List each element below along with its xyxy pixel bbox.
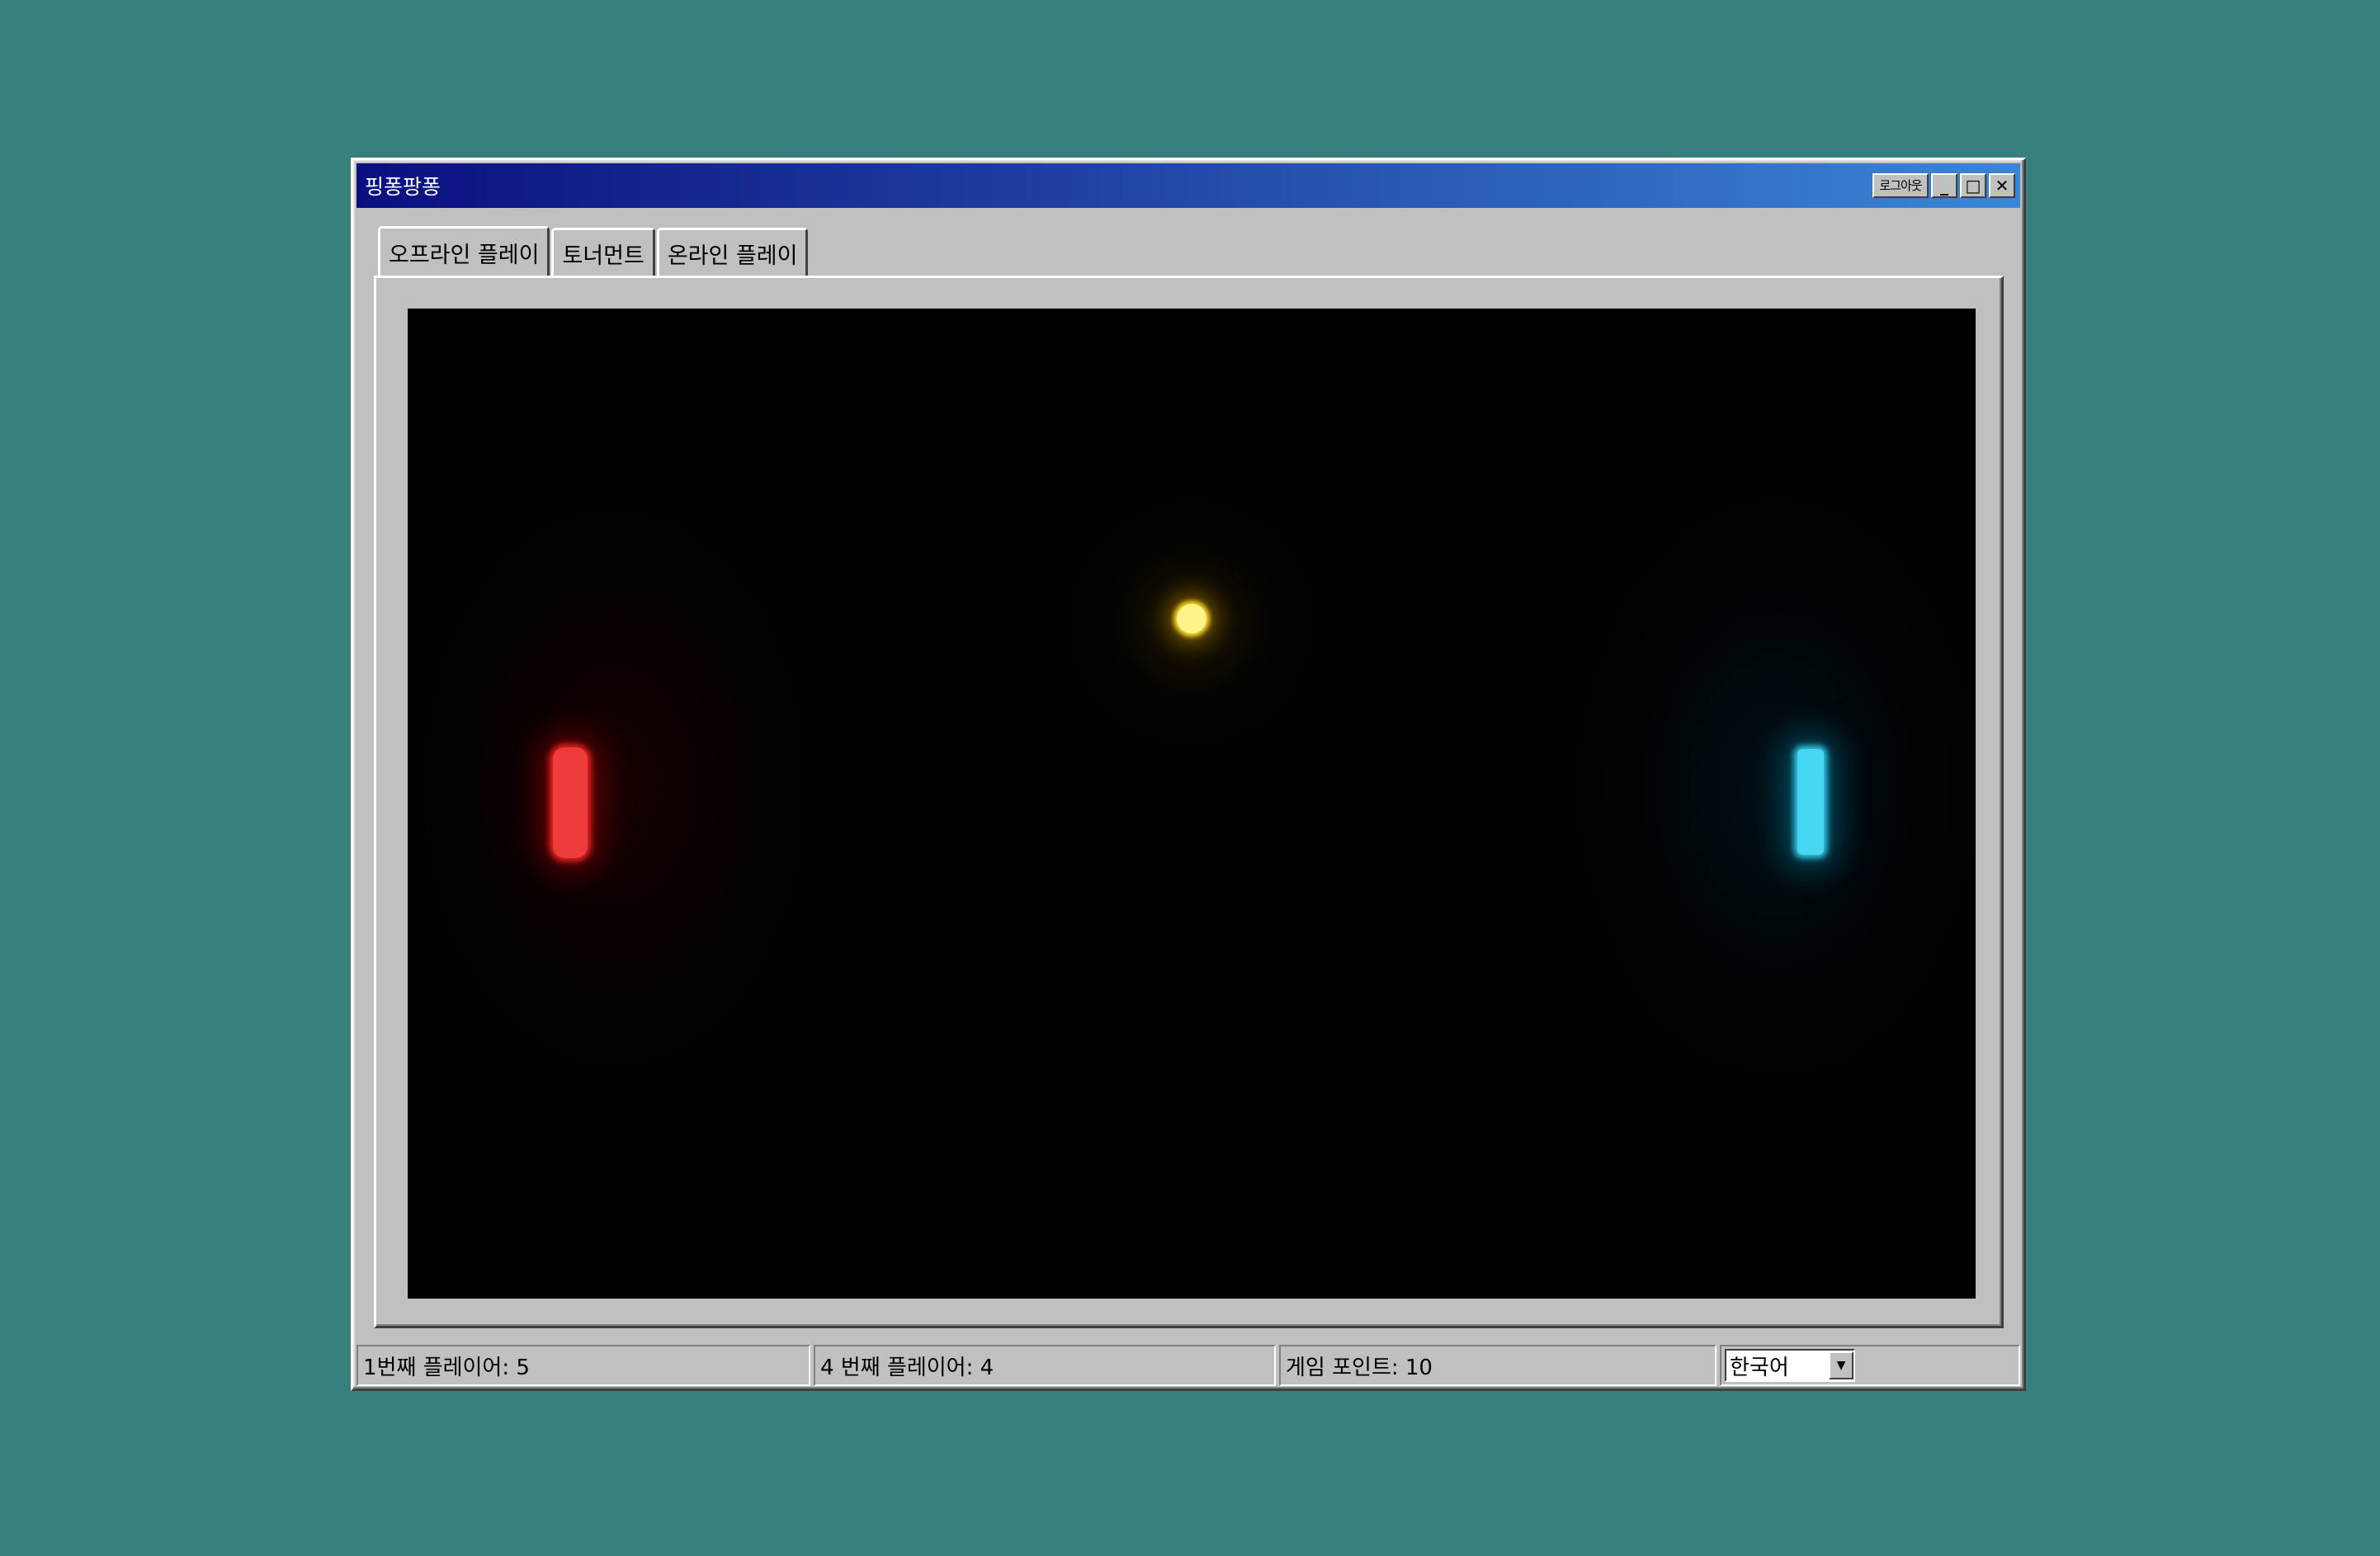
maximize-button[interactable]: □ [1960,173,1986,198]
ball [1177,604,1207,634]
language-select[interactable]: 한국어 ▼ [1725,1349,1855,1382]
player2-score: 4 번째 플레이어: 4 [814,1345,1276,1386]
minimize-button[interactable]: _ [1931,173,1957,198]
close-icon: ✕ [1995,176,2009,196]
player1-score: 1번째 플레이어: 5 [357,1345,810,1386]
tab-offline-play[interactable]: 오프라인 플레이 [378,226,550,277]
maximize-icon: □ [1965,176,1981,196]
tab-tournament[interactable]: 토너먼트 [551,228,655,277]
title-bar-buttons: 로그아웃 _ □ ✕ [1872,173,2020,198]
title-bar[interactable]: 핑퐁팡퐁 로그아웃 _ □ ✕ [357,163,2020,208]
tab-online-play[interactable]: 온라인 플레이 [656,228,809,277]
left-paddle [553,747,588,858]
tab-panel [374,276,2004,1328]
game-window: 핑퐁팡퐁 로그아웃 _ □ ✕ 오프라인 플레이 토너먼트 온라인 플레이 1번… [351,158,2026,1391]
tab-bar: 오프라인 플레이 토너먼트 온라인 플레이 [378,226,810,277]
status-bar: 1번째 플레이어: 5 4 번째 플레이어: 4 게임 포인트: 10 한국어 … [357,1345,2020,1386]
language-select-value: 한국어 [1730,1355,1789,1380]
close-button[interactable]: ✕ [1989,173,2015,198]
game-canvas[interactable] [408,309,1976,1299]
window-title: 핑퐁팡퐁 [365,175,442,199]
right-paddle [1797,749,1824,855]
minimize-icon: _ [1940,176,1948,196]
right-paddle-glow [1563,474,1976,1101]
logout-button[interactable]: 로그아웃 [1872,173,1929,198]
left-paddle-glow [408,474,829,1101]
chevron-down-icon[interactable]: ▼ [1829,1351,1853,1379]
language-cell: 한국어 ▼ [1720,1345,2020,1386]
game-points: 게임 포인트: 10 [1279,1345,1717,1386]
